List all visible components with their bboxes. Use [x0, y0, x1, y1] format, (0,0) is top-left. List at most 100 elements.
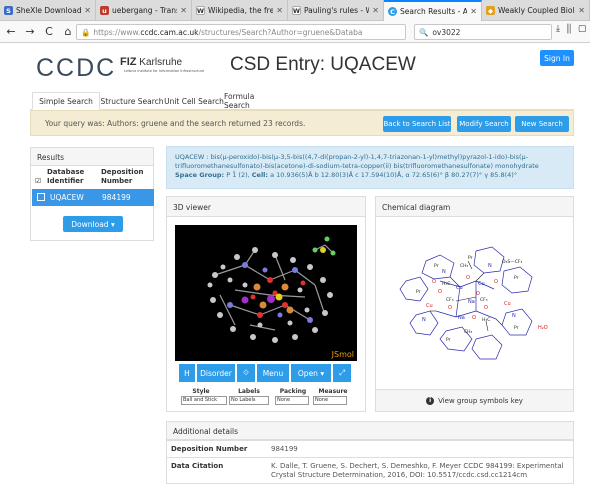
chemical-diagram-image: O OO OO O OOCu Cu CuCuNa NaNN NN PrPrPr Pr…: [399, 246, 548, 360]
table-row[interactable]: UQACEW 984199: [32, 189, 154, 206]
close-tab-icon[interactable]: ✕: [276, 6, 283, 15]
group-symbols-key-link[interactable]: i View group symbols key: [376, 389, 573, 411]
ccdc-favicon-icon: C: [388, 7, 397, 16]
ccdc-logo[interactable]: CCDC: [36, 54, 116, 83]
details-row: Deposition Number 984199: [167, 440, 573, 457]
fullscreen-icon[interactable]: ⤢: [333, 364, 351, 382]
url-domain: ccdc.cam.ac.uk: [140, 27, 199, 37]
fiz-brand: FIZ: [120, 56, 137, 68]
entry-name-line1: UQACEW : bis(μ-peroxido)-bis(μ-3,5-bis((…: [175, 153, 529, 161]
forward-arrow-icon[interactable]: →: [22, 25, 38, 38]
close-tab-icon[interactable]: ✕: [470, 7, 477, 16]
svg-text:Pr: Pr: [416, 289, 421, 295]
download-button[interactable]: Download ▾: [63, 216, 123, 232]
measure-select[interactable]: None: [313, 396, 347, 405]
tab-label: Weakly Coupled Biolog: [498, 6, 576, 15]
fiz-name: Karlsruhe: [139, 57, 183, 68]
svg-text:N: N: [488, 263, 492, 269]
svg-text:O: O: [484, 305, 488, 311]
svg-text:O: O: [494, 279, 498, 285]
packing-select[interactable]: None: [275, 396, 309, 405]
details-key: Data Citation: [171, 462, 224, 470]
info-icon: i: [426, 396, 435, 405]
row-checkbox[interactable]: [37, 193, 45, 201]
tab-unit-cell-search[interactable]: Unit Cell Search: [164, 92, 224, 110]
additional-details-panel: Additional details Deposition Number 984…: [166, 421, 574, 484]
url-bar[interactable]: 🔒 https://www. ccdc.cam.ac.uk/structures/…: [76, 24, 406, 40]
sign-in-button[interactable]: Sign In: [540, 50, 574, 66]
style-select-value: Ball and Stick: [183, 397, 218, 403]
disorder-button[interactable]: Disorder: [197, 364, 235, 382]
tab-structure-search[interactable]: Structure Search: [100, 92, 164, 110]
home-icon[interactable]: ⌂: [60, 25, 76, 38]
cell-label: Cell:: [251, 171, 268, 179]
col-deposition-number: Deposition Number: [101, 168, 144, 185]
page-title: CSD Entry: UQACEW: [230, 54, 416, 75]
labels-select[interactable]: No Labels: [229, 396, 269, 405]
results-title: Results: [31, 148, 153, 166]
tab-label: Search Results - Access: [400, 7, 468, 16]
jsmol-canvas[interactable]: JSmol: [175, 225, 357, 361]
svg-text:Pr: Pr: [514, 275, 519, 281]
menu-button[interactable]: Menu: [257, 364, 289, 382]
svg-text:O: O: [466, 275, 470, 281]
lock-icon: 🔒: [81, 27, 91, 37]
url-prefix: https://www.: [93, 27, 141, 37]
space-group-value: P 1̄ (2),: [226, 171, 250, 179]
query-summary-bar: Your query was: Authors: gruene and the …: [30, 110, 574, 136]
tab-formula-search[interactable]: Formula Search: [224, 92, 282, 110]
tab-simple-search[interactable]: Simple Search: [32, 92, 100, 110]
fiz-subtitle: Leibniz Institute for Information Infras…: [124, 69, 205, 73]
svg-text:N: N: [442, 269, 446, 275]
svg-text:O: O: [472, 315, 476, 321]
close-tab-icon[interactable]: ✕: [372, 6, 379, 15]
browser-tab-weakly-coupled[interactable]: ◆ Weakly Coupled Biolog ✕: [482, 0, 590, 21]
tab-label: Pauling's rules - Wikipe: [304, 6, 369, 15]
svg-text:Na: Na: [468, 299, 475, 305]
entry-cell-line: Space Group: P 1̄ (2), Cell: a 10.936(5)…: [175, 171, 565, 180]
svg-text:O: O: [476, 291, 480, 297]
shexle-favicon-icon: S: [4, 6, 13, 15]
measure-label: Measure: [318, 388, 348, 395]
fiz-karlsruhe-logo[interactable]: FIZ Karlsruhe: [120, 56, 182, 68]
back-arrow-icon[interactable]: ←: [3, 25, 19, 38]
wikipedia-favicon-icon: W: [292, 6, 301, 15]
packing-select-value: None: [277, 397, 291, 403]
browser-tab-shexle[interactable]: S SheXle Download Page ✕: [0, 0, 96, 21]
svg-text:N: N: [512, 313, 516, 319]
col-database-identifier: Database Identifier: [47, 168, 85, 185]
svg-text:N: N: [422, 317, 426, 323]
svg-text:Na: Na: [458, 315, 465, 321]
open-dropdown-button[interactable]: Open ▾: [291, 364, 331, 382]
back-to-search-list-button[interactable]: Back to Search List: [383, 116, 451, 132]
browser-tab-search-results[interactable]: C Search Results - Access ✕: [384, 0, 482, 21]
3d-viewer-title: 3D viewer: [167, 197, 365, 217]
browser-tab-paulings-rules[interactable]: W Pauling's rules - Wikipe ✕: [288, 0, 384, 21]
svg-text:Cu: Cu: [456, 285, 463, 291]
svg-text:CF₃: CF₃: [446, 297, 454, 303]
style-label: Style: [192, 388, 210, 395]
hydrogen-toggle-button[interactable]: H: [179, 364, 195, 382]
measure-select-value: None: [315, 397, 329, 403]
entry-info-box: UQACEW : bis(μ-peroxido)-bis(μ-3,5-bis((…: [166, 146, 574, 189]
svg-text:Cu: Cu: [478, 281, 485, 287]
toolbar-icons[interactable]: ⤓ ⫼ ▢: [556, 24, 588, 34]
query-summary-text: Your query was: Authors: gruene and the …: [45, 119, 306, 128]
molecule-render: [207, 236, 336, 343]
svg-text:Pr: Pr: [446, 337, 451, 343]
reload-icon[interactable]: C: [41, 25, 57, 38]
browser-tab-translation[interactable]: u uebergang - Translatio ✕: [96, 0, 192, 21]
svg-text:CH₃: CH₃: [460, 263, 469, 269]
new-search-button[interactable]: New Search: [515, 116, 569, 132]
style-select[interactable]: Ball and Stick: [181, 396, 227, 405]
close-tab-icon[interactable]: ✕: [578, 6, 585, 15]
row-identifier[interactable]: UQACEW: [50, 193, 84, 202]
modify-search-button[interactable]: Modify Search: [457, 116, 511, 132]
close-tab-icon[interactable]: ✕: [180, 6, 187, 15]
svg-text:CH₃: CH₃: [464, 329, 473, 335]
symmetry-icon[interactable]: ⟐: [237, 364, 255, 382]
browser-tab-wikipedia[interactable]: W Wikipedia, the free enc ✕: [192, 0, 288, 21]
cell-value: a 10.936(5)Å b 12.80(3)Å c 17.594(10)Å, …: [270, 171, 518, 179]
close-tab-icon[interactable]: ✕: [84, 6, 91, 15]
browser-search-field[interactable]: 🔍 ov3022: [414, 24, 552, 40]
